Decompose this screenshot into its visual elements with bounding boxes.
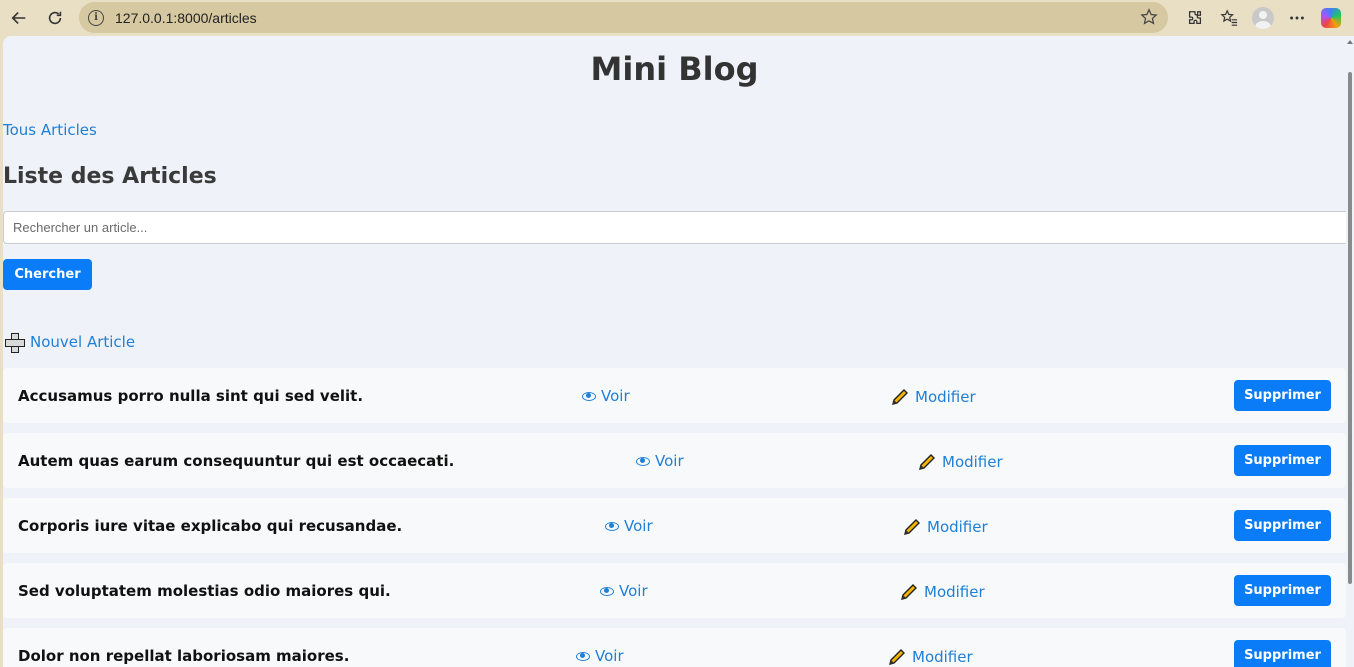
edit-label: Modifier <box>915 388 976 406</box>
article-row: Dolor non repellat laboriosam maiores. V… <box>3 628 1346 667</box>
refresh-icon <box>48 11 62 25</box>
new-article-label: Nouvel Article <box>30 333 136 351</box>
favorites-button[interactable] <box>1212 3 1246 33</box>
edit-link[interactable]: Modifier <box>887 647 973 667</box>
article-row: Autem quas earum consequuntur qui est oc… <box>3 433 1346 488</box>
view-label: Voir <box>655 452 684 470</box>
article-title: Corporis iure vitae explicabo qui recusa… <box>18 517 403 535</box>
view-link[interactable]: Voir <box>576 647 624 665</box>
view-link[interactable]: Voir <box>582 387 630 405</box>
nav-link-all-articles[interactable]: Tous Articles <box>3 121 97 139</box>
address-bar[interactable]: i 127.0.0.1:8000/articles <box>79 2 1168 33</box>
site-title: Mini Blog <box>590 50 759 88</box>
pencil-icon <box>889 649 905 665</box>
edit-link[interactable]: Modifier <box>902 517 988 537</box>
star-icon[interactable] <box>1140 8 1158 26</box>
edit-link[interactable]: Modifier <box>917 452 1003 472</box>
delete-button[interactable]: Supprimer <box>1234 380 1331 411</box>
delete-button[interactable]: Supprimer <box>1234 575 1331 606</box>
section-title: Liste des Articles <box>3 164 217 189</box>
refresh-button[interactable] <box>40 3 70 33</box>
page-scrollbar[interactable] <box>1346 36 1354 667</box>
edit-link[interactable]: Modifier <box>899 582 985 602</box>
view-label: Voir <box>619 582 648 600</box>
view-link[interactable]: Voir <box>600 582 648 600</box>
scroll-up-icon[interactable] <box>1347 40 1353 44</box>
extensions-icon <box>1188 11 1202 25</box>
pencil-icon <box>901 584 917 600</box>
article-title: Dolor non repellat laboriosam maiores. <box>18 647 350 665</box>
back-icon <box>11 12 26 24</box>
eye-icon <box>600 586 614 596</box>
eye-icon <box>582 391 596 401</box>
article-row: Accusamus porro nulla sint qui sed velit… <box>3 368 1346 423</box>
extensions-button[interactable] <box>1178 3 1212 33</box>
eye-icon <box>636 456 650 466</box>
article-list: Accusamus porro nulla sint qui sed velit… <box>3 368 1346 667</box>
article-row: Corporis iure vitae explicabo qui recusa… <box>3 498 1346 553</box>
view-link[interactable]: Voir <box>636 452 684 470</box>
article-title: Autem quas earum consequuntur qui est oc… <box>18 452 455 470</box>
edit-link[interactable]: Modifier <box>890 387 976 407</box>
browser-toolbar: i 127.0.0.1:8000/articles <box>0 0 1354 36</box>
copilot-button[interactable] <box>1314 3 1348 33</box>
profile-icon <box>1252 7 1274 29</box>
scrollbar-thumb[interactable] <box>1348 72 1352 584</box>
article-title: Accusamus porro nulla sint qui sed velit… <box>18 387 364 405</box>
pencil-icon <box>919 454 935 470</box>
more-icon <box>1290 16 1304 20</box>
edit-label: Modifier <box>924 583 985 601</box>
new-article-link[interactable]: Nouvel Article <box>5 333 136 353</box>
edit-label: Modifier <box>927 518 988 536</box>
copilot-icon <box>1321 8 1341 28</box>
back-button[interactable] <box>4 3 34 33</box>
pencil-icon <box>904 519 920 535</box>
view-link[interactable]: Voir <box>605 517 653 535</box>
article-row: Sed voluptatem molestias odio maiores qu… <box>3 563 1346 618</box>
pencil-icon <box>892 389 908 405</box>
more-button[interactable] <box>1280 3 1314 33</box>
url-text[interactable]: 127.0.0.1:8000/articles <box>115 10 257 26</box>
search-input[interactable] <box>3 211 1346 244</box>
eye-icon <box>576 651 590 661</box>
favorites-icon <box>1220 9 1238 26</box>
info-icon[interactable]: i <box>88 9 104 26</box>
page-viewport: Mini Blog Tous Articles Liste des Articl… <box>3 36 1346 667</box>
article-title: Sed voluptatem molestias odio maiores qu… <box>18 582 391 600</box>
edit-label: Modifier <box>912 648 973 666</box>
view-label: Voir <box>595 647 624 665</box>
view-label: Voir <box>601 387 630 405</box>
view-label: Voir <box>624 517 653 535</box>
eye-icon <box>605 521 619 531</box>
plus-icon <box>5 333 25 353</box>
delete-button[interactable]: Supprimer <box>1234 510 1331 541</box>
edit-label: Modifier <box>942 453 1003 471</box>
browser-actions <box>1178 3 1348 33</box>
delete-button[interactable]: Supprimer <box>1234 445 1331 476</box>
profile-button[interactable] <box>1246 3 1280 33</box>
search-button[interactable]: Chercher <box>3 259 92 290</box>
delete-button[interactable]: Supprimer <box>1234 640 1331 667</box>
